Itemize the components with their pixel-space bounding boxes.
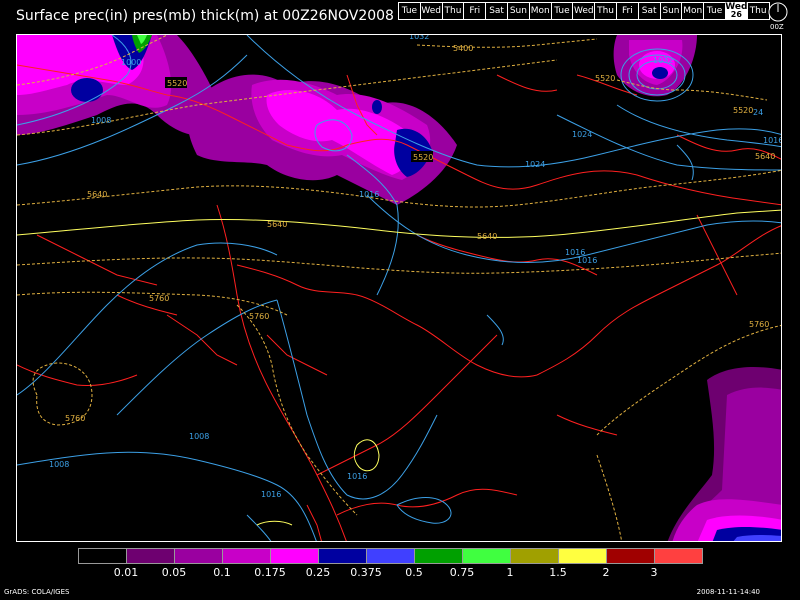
colorbar-label: 0.5 (405, 566, 423, 579)
day-label: Fri (622, 6, 633, 16)
day-label: Sat (641, 6, 657, 16)
day-label: Mon (530, 6, 550, 16)
thickness-label: 5760 (65, 414, 85, 423)
pressure-label: 1016 (261, 490, 281, 499)
precip-colorbar (78, 548, 703, 564)
day-cell: Fri (615, 2, 639, 20)
day-cell: Wed (572, 2, 596, 20)
thickness-label: 5400 (453, 44, 473, 53)
thickness-label: 5640 (87, 190, 107, 199)
colorbar-swatch (558, 548, 607, 564)
colorbar-label: 0.1 (213, 566, 231, 579)
thickness-label: 5760 (749, 320, 769, 329)
pressure-label: 1016 (347, 472, 367, 481)
thickness-label: 5760 (149, 294, 169, 303)
day-cell: Thu (594, 2, 617, 20)
thickness-label: 5520 (167, 79, 187, 88)
colorbar-swatch (126, 548, 175, 564)
colorbar-swatch (606, 548, 655, 564)
day-label: Thu (749, 6, 767, 16)
day-label: Thu (597, 6, 615, 16)
map-title: Surface prec(in) pres(mb) thick(m) at 00… (16, 8, 394, 24)
colorbar-label: 1.5 (549, 566, 567, 579)
weather-map: 1032 1000 1008 1024 1024 1016 1016 1016 … (16, 34, 782, 542)
map-canvas: 1032 1000 1008 1024 1024 1016 1016 1016 … (17, 35, 782, 541)
day-cell: Mon (528, 2, 552, 20)
colorbar-swatch (78, 548, 127, 564)
colorbar-swatch (414, 548, 463, 564)
day-label: Fri (469, 6, 481, 16)
colorbar-label: 0.25 (305, 566, 331, 579)
day-cell: Wed (419, 2, 443, 20)
day-label: Sat (489, 6, 504, 16)
clock-label: 00Z (770, 23, 784, 31)
day-label: Tue (706, 6, 723, 16)
colorbar-label: 0.05 (161, 566, 187, 579)
colorbar-label: 0.175 (254, 566, 286, 579)
colorbar-label: 0.01 (113, 566, 139, 579)
thickness-label: 5520 (733, 106, 753, 115)
day-cell: Sat (637, 2, 661, 20)
colorbar-label: 2 (602, 566, 610, 579)
pressure-label: 1032 (409, 35, 429, 41)
day-cell: Tue (703, 2, 726, 20)
colorbar-swatch (222, 548, 271, 564)
pressure-label: 1008 (91, 116, 111, 125)
day-label: Wed (573, 6, 594, 16)
thickness-label: 5520 (595, 74, 615, 83)
colorbar-label: 1 (506, 566, 514, 579)
day-label: Thu (444, 6, 462, 16)
colorbar-swatch (366, 548, 415, 564)
colorbar-swatch (270, 548, 319, 564)
day-label: Wed (421, 6, 441, 16)
day-cell: Thu (746, 2, 770, 20)
pressure-label: 24 (753, 108, 763, 117)
day-label: Mon (683, 6, 703, 16)
day-cell: Thu (441, 2, 465, 20)
colorbar-labels: 0.01 0.05 0.1 0.175 0.25 0.375 0.5 0.75 1 1.5 2 3 (78, 566, 718, 580)
colorbar-swatch (318, 548, 367, 564)
colorbar-swatch (174, 548, 223, 564)
pressure-label: 1008 (189, 432, 209, 441)
day-label: Sun (662, 6, 680, 16)
day-label: Tue (401, 6, 418, 16)
day-cell: Tue (550, 2, 574, 20)
colorbar-label: 0.375 (350, 566, 382, 579)
day-label: Sun (509, 6, 527, 16)
pressure-label: 1032 (653, 56, 673, 65)
thickness-label: 5760 (249, 312, 269, 321)
clock-icon (768, 2, 788, 22)
pressure-label: 1016 (359, 190, 379, 199)
day-cell: Sun (506, 2, 530, 20)
day-cell: Tue (398, 2, 421, 20)
colorbar-swatch (510, 548, 559, 564)
day-cell: Sun (659, 2, 683, 20)
footer-credit: GrADS: COLA/IGES (4, 588, 70, 596)
colorbar-label: 0.75 (449, 566, 475, 579)
precipitation-layer (17, 35, 781, 541)
thickness-label: 5640 (477, 232, 497, 241)
footer-timestamp: 2008-11-11-14:40 (696, 588, 760, 596)
day-label: Tue (554, 6, 570, 16)
day-cell: Sat (485, 2, 508, 20)
day-cell: Wed 26 (724, 2, 748, 20)
colorbar-label: 3 (650, 566, 658, 579)
pressure-label: 1016 (763, 136, 782, 145)
forecast-day-strip: Tue Wed Thu Fri Sat Sun Mon Tue Wed Thu Fri Sat Sun M… (398, 2, 770, 22)
pressure-label: 1024 (525, 160, 545, 169)
thickness-label: 5640 (755, 152, 775, 161)
thickness-label: 5520 (413, 153, 433, 162)
day-number: 26 (730, 10, 742, 19)
pressure-label: 1016 (577, 256, 597, 265)
pressure-label: 1000 (121, 58, 141, 67)
colorbar-swatch (462, 548, 511, 564)
pressure-label: 1008 (49, 460, 69, 469)
thickness-label: 5640 (267, 220, 287, 229)
day-cell: Fri (463, 2, 487, 20)
colorbar-swatch (654, 548, 703, 564)
pressure-label: 1024 (572, 130, 592, 139)
day-cell: Mon (681, 2, 705, 20)
